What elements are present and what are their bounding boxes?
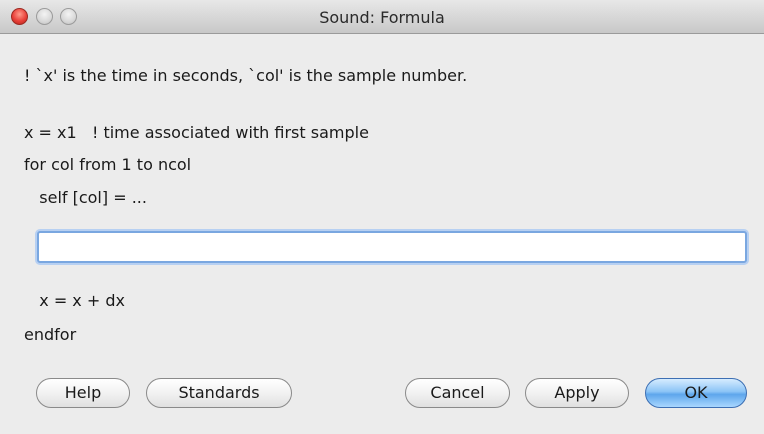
x-init-line: x = x1 ! time associated with first samp… (24, 123, 369, 142)
formula-input[interactable] (37, 231, 747, 263)
standards-button[interactable]: Standards (146, 378, 292, 408)
ok-button[interactable]: OK (645, 378, 747, 408)
for-loop-line: for col from 1 to ncol (24, 155, 192, 174)
comment-line: ! `x' is the time in seconds, `col' is t… (24, 66, 468, 85)
x-step-line: x = x + dx (24, 291, 125, 310)
help-button[interactable]: Help (36, 378, 130, 408)
window-title: Sound: Formula (319, 8, 445, 27)
cancel-button[interactable]: Cancel (405, 378, 510, 408)
endfor-line: endfor (24, 325, 77, 344)
self-assign-line: self [col] = ... (24, 188, 147, 207)
apply-button[interactable]: Apply (525, 378, 629, 408)
title-bar[interactable]: Sound: Formula (0, 0, 764, 34)
formula-dialog: Sound: Formula ! `x' is the time in seco… (0, 0, 764, 434)
